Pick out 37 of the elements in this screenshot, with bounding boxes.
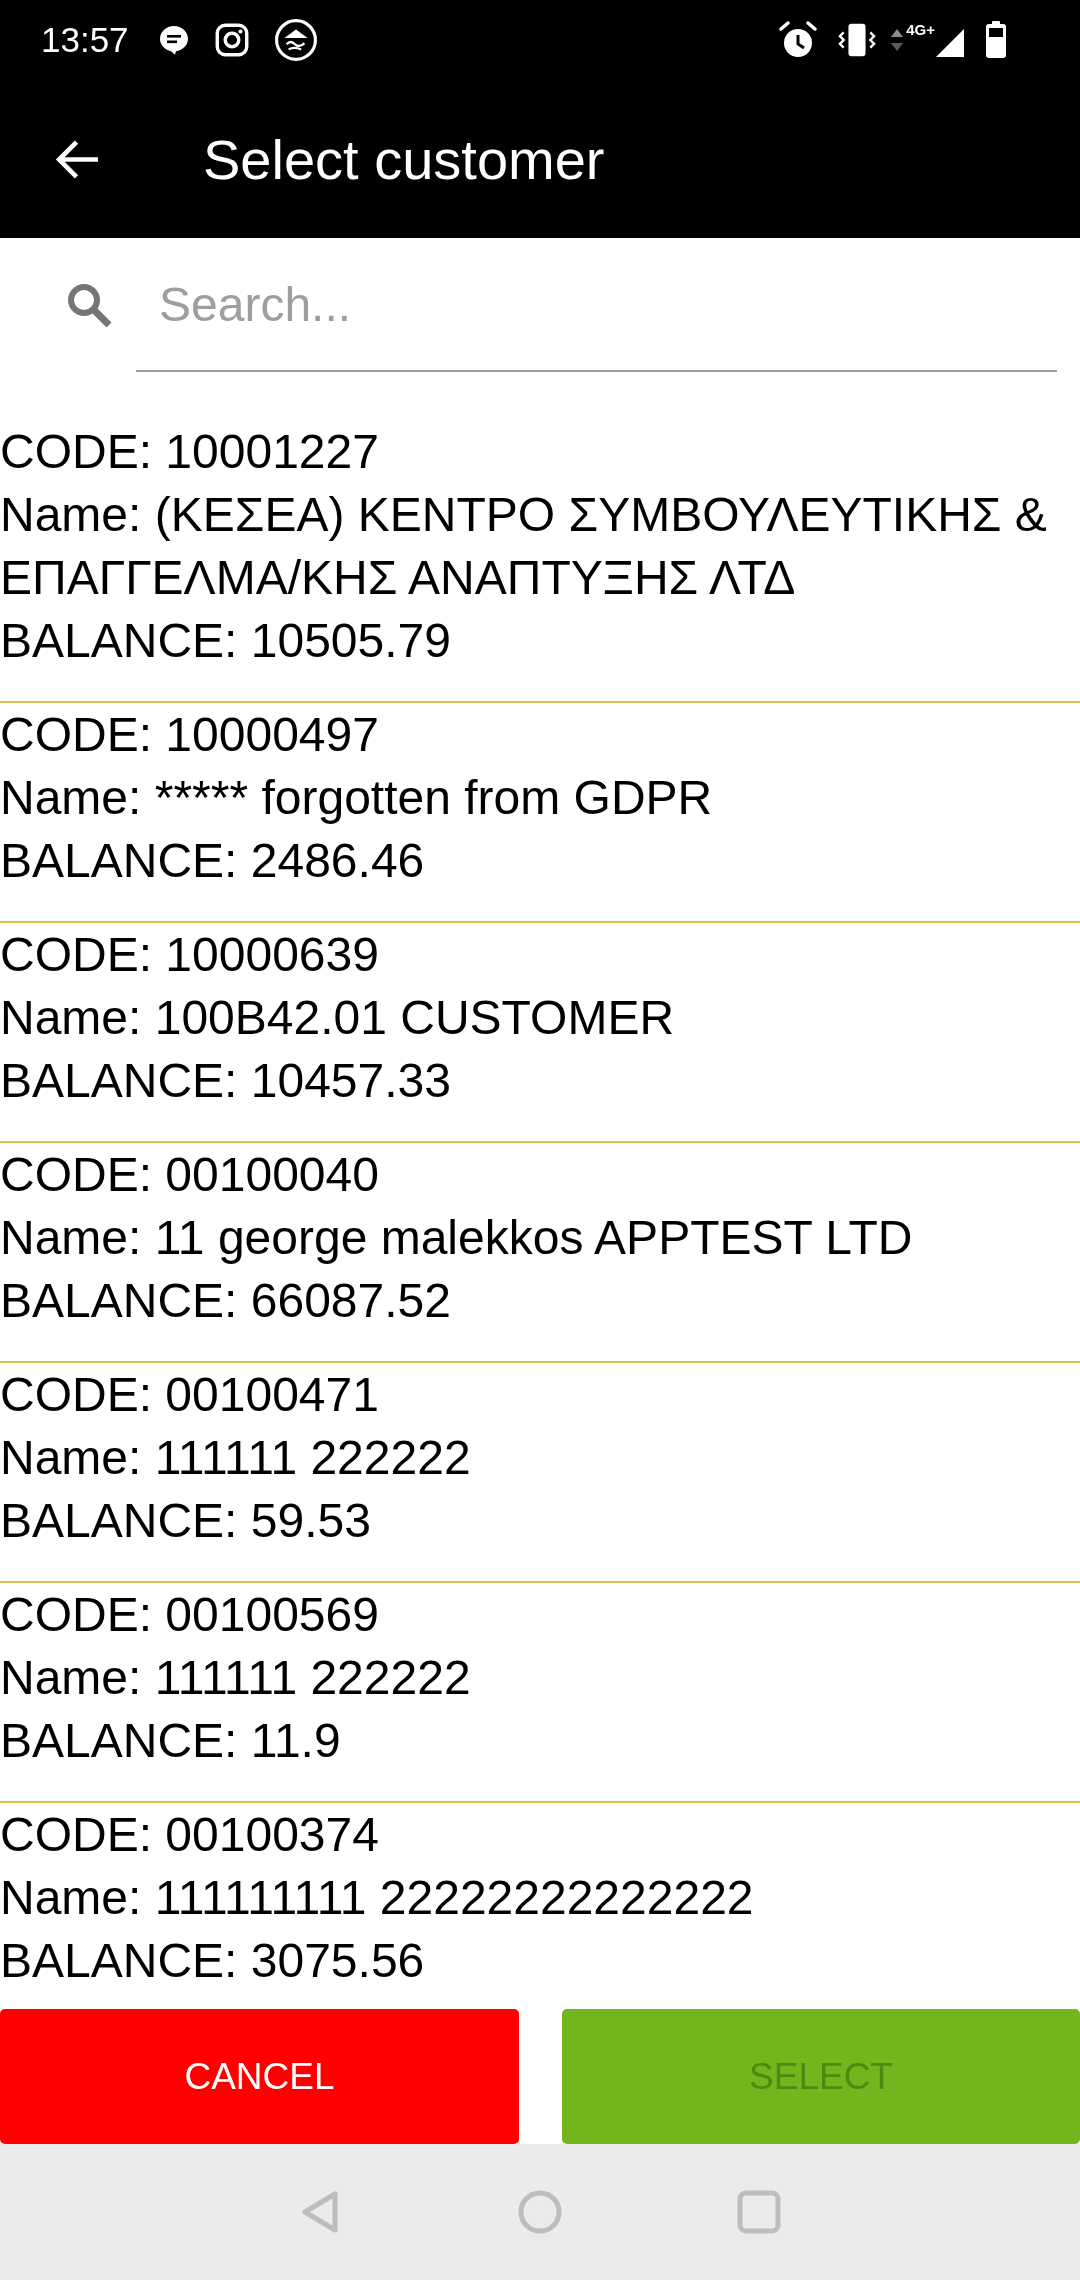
customer-balance: BALANCE: 3075.56 bbox=[0, 1933, 426, 1989]
customer-code: CODE: 10000497 bbox=[0, 707, 380, 763]
customer-code: CODE: 00100471 bbox=[0, 1367, 380, 1423]
customer-name: Name: (ΚΕΣΕΑ) ΚΕΝΤΡΟ ΣΥΜΒΟΥΛΕΥΤΙΚΗΣ & ΕΠΑΓΓΕΛΜΑ/ΚΗΣ ΑΝΑΠΤΥΞΗΣ ΛΤΔ bbox=[0, 487, 1048, 606]
cancel-button[interactable]: CANCEL bbox=[0, 2009, 519, 2144]
customer-balance: BALANCE: 59.53 bbox=[0, 1493, 372, 1549]
customer-name: Name: 111111111 22222222222222 bbox=[0, 1870, 755, 1926]
customer-code: CODE: 00100374 bbox=[0, 1807, 380, 1863]
customer-name: Name: ***** forgotten from GDPR bbox=[0, 770, 714, 826]
customer-name: Name: 111111 222222 bbox=[0, 1650, 472, 1706]
customer-name: Name: 111111 222222 bbox=[0, 1430, 472, 1486]
round-logo-icon bbox=[274, 19, 317, 61]
alarm-clock-icon bbox=[778, 20, 819, 60]
customer-balance: BALANCE: 66087.52 bbox=[0, 1273, 452, 1329]
data-arrows-icon bbox=[890, 27, 905, 53]
customer-code: CODE: 10001227 bbox=[0, 424, 380, 480]
customer-code: CODE: 00100040 bbox=[0, 1147, 380, 1203]
status-time: 13:57 bbox=[41, 20, 129, 60]
customer-code: CODE: 10000639 bbox=[0, 927, 380, 983]
battery-icon bbox=[985, 21, 1007, 59]
customer-balance: BALANCE: 11.9 bbox=[0, 1713, 342, 1769]
customer-balance: BALANCE: 10457.33 bbox=[0, 1053, 452, 1109]
nav-recents-icon[interactable] bbox=[737, 2190, 781, 2234]
customer-balance: BALANCE: 10505.79 bbox=[0, 613, 452, 669]
nav-home-icon[interactable] bbox=[518, 2190, 562, 2234]
screen-title: Select customer bbox=[203, 126, 605, 192]
network-type-label: 4G+ bbox=[906, 22, 935, 37]
camera-icon bbox=[214, 23, 249, 57]
customer-balance: BALANCE: 2486.46 bbox=[0, 833, 426, 889]
customer-name: Name: 11 george malekkos APPTEST LTD bbox=[0, 1210, 914, 1266]
search-icon bbox=[65, 281, 113, 329]
vibrate-icon bbox=[838, 21, 877, 59]
customer-code: CODE: 00100569 bbox=[0, 1587, 380, 1643]
signal-icon bbox=[935, 28, 965, 58]
customer-name: Name: 100B42.01 CUSTOMER bbox=[0, 990, 676, 1046]
search-field[interactable]: Search... bbox=[136, 238, 1057, 372]
chat-bubble-icon bbox=[158, 25, 189, 55]
